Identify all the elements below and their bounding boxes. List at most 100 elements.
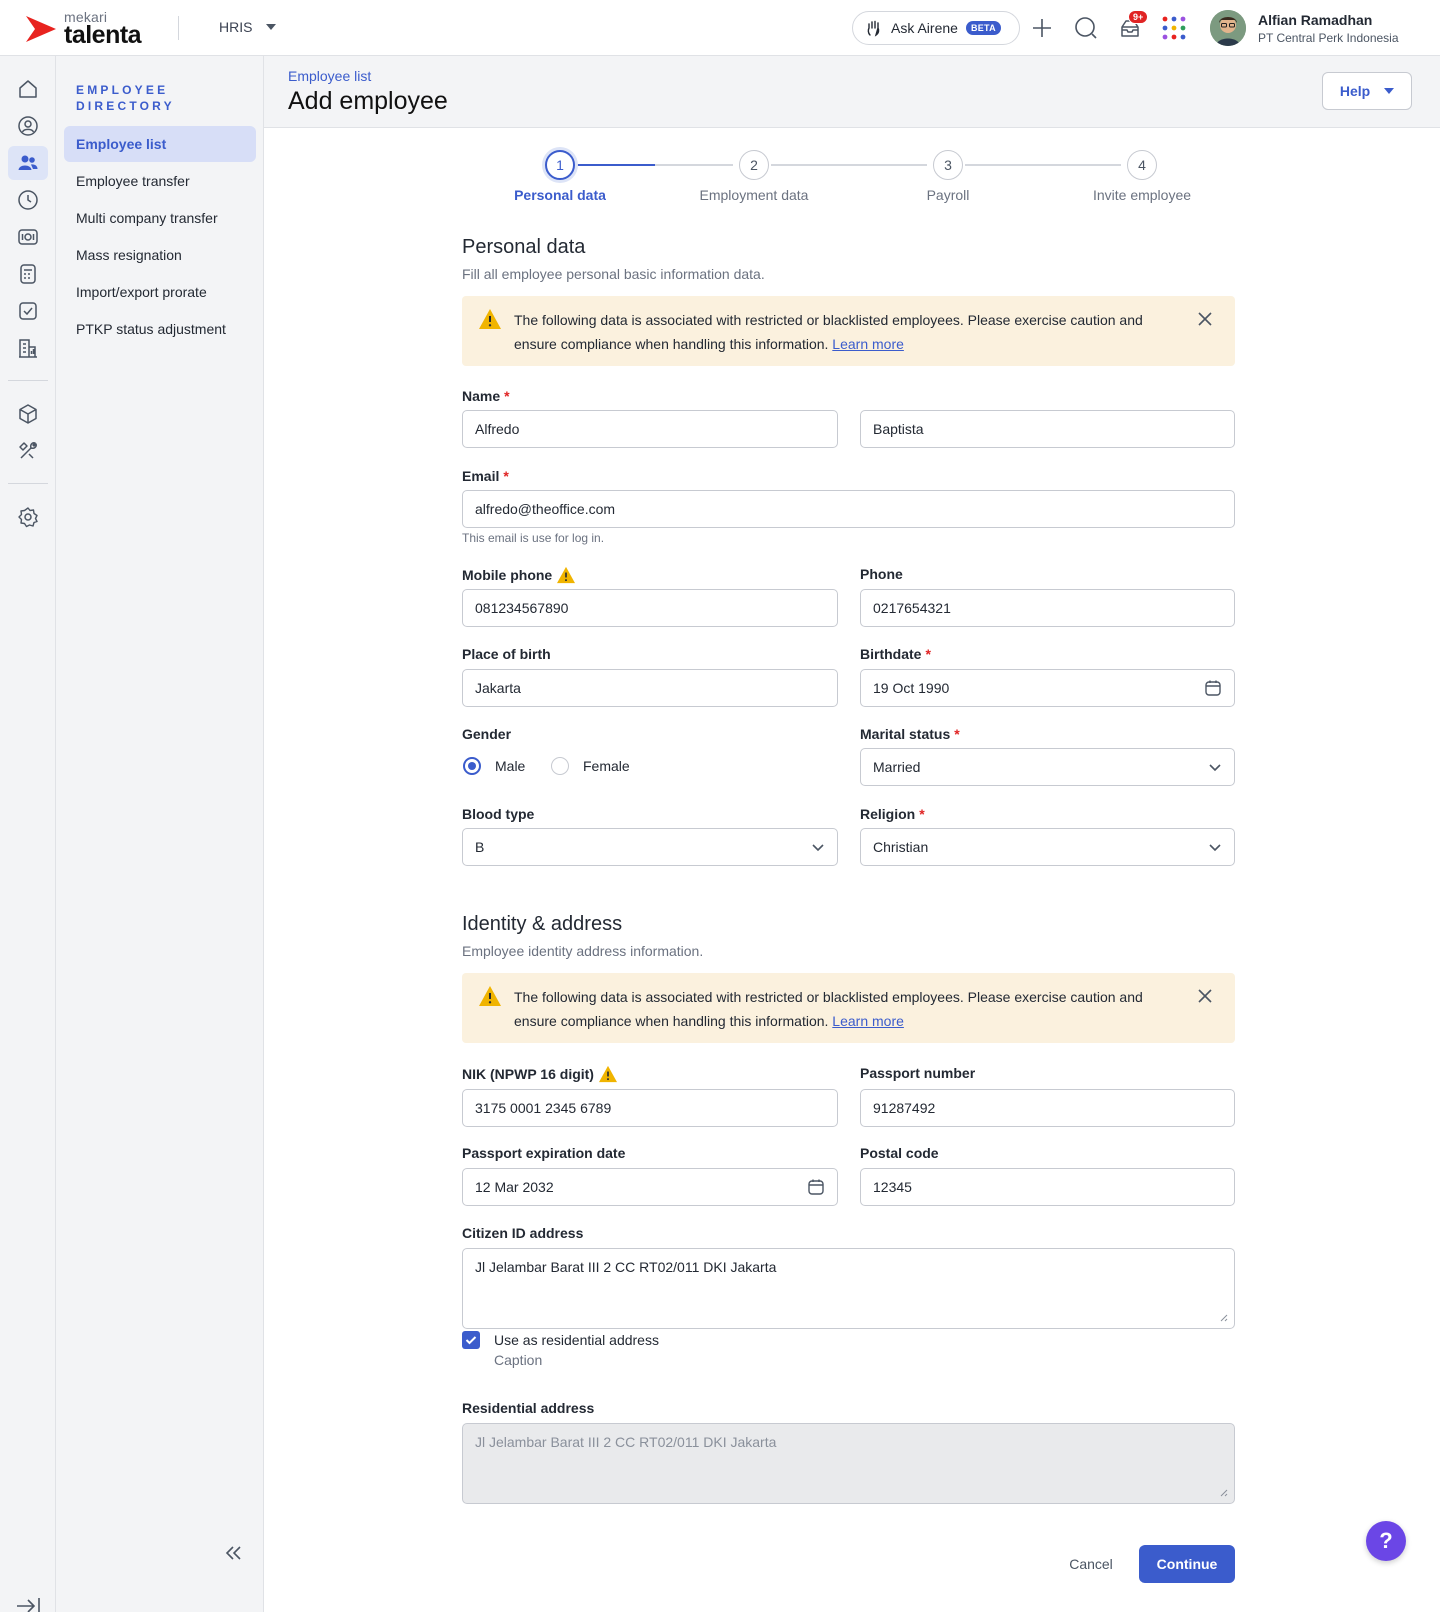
citizen-id-address-textarea[interactable]: Jl Jelambar Barat III 2 CC RT02/011 DKI … [462, 1248, 1235, 1329]
chevron-down-icon [266, 24, 277, 30]
gear-icon[interactable] [8, 500, 48, 534]
step-2-label[interactable]: Employment data [674, 187, 834, 203]
stepper-connector [655, 164, 733, 166]
identity-address-title: Identity & address [462, 913, 623, 935]
resize-grip-icon[interactable] [1218, 1312, 1228, 1322]
use-residential-label: Use as residential address [494, 1332, 659, 1348]
email-field[interactable]: alfredo@theoffice.com [462, 490, 1235, 528]
phone-label: Phone [860, 566, 903, 582]
checkbox-checked-icon[interactable] [462, 1331, 480, 1349]
calculator-icon[interactable] [8, 257, 48, 291]
religion-select[interactable]: Christian [860, 828, 1235, 866]
close-icon[interactable] [1197, 988, 1213, 1004]
sidebar-item-mass-resignation[interactable]: Mass resignation [64, 237, 256, 273]
stepper-connector [771, 164, 927, 166]
user-name[interactable]: Alfian Ramadhan [1258, 12, 1372, 28]
clock-icon[interactable] [8, 183, 48, 217]
breadcrumb[interactable]: Employee list [288, 68, 371, 84]
learn-more-link[interactable]: Learn more [832, 1013, 904, 1029]
step-1-indicator[interactable]: 1 [545, 150, 575, 180]
use-residential-checkbox[interactable]: Use as residential address Caption [462, 1331, 659, 1370]
ask-airene-button[interactable]: Ask Airene BETA [852, 11, 1020, 45]
step-2-indicator[interactable]: 2 [739, 150, 769, 180]
topbar-divider [178, 16, 179, 40]
name-label: Name * [462, 388, 510, 404]
personal-data-subtitle: Fill all employee personal basic informa… [462, 266, 765, 282]
cancel-button[interactable]: Cancel [1050, 1545, 1132, 1583]
building-chart-icon[interactable] [8, 331, 48, 365]
ask-airene-label: Ask Airene [891, 20, 958, 36]
users-icon[interactable] [8, 146, 48, 180]
sidebar-item-multi-company-transfer[interactable]: Multi company transfer [64, 200, 256, 236]
gender-male-radio[interactable]: Male [463, 757, 525, 775]
expand-sidebar-icon[interactable] [16, 1596, 42, 1612]
nik-input[interactable]: 3175 0001 2345 6789 [462, 1089, 838, 1127]
postal-code-label: Postal code [860, 1145, 939, 1161]
step-3-indicator[interactable]: 3 [933, 150, 963, 180]
religion-label: Religion * [860, 806, 925, 822]
sidebar-item-ptkp-status-adjustment[interactable]: PTKP status adjustment [64, 311, 256, 347]
tools-icon[interactable] [8, 434, 48, 468]
chevron-down-icon [1209, 844, 1221, 852]
chevron-down-icon [812, 844, 824, 852]
alert-message: The following data is associated with re… [514, 985, 1184, 1033]
box-icon[interactable] [8, 397, 48, 431]
calendar-icon[interactable] [807, 1178, 825, 1196]
user-circle-icon[interactable] [8, 109, 48, 143]
mobile-phone-input[interactable]: 081234567890 [462, 589, 838, 627]
stepper-connector [965, 164, 1121, 166]
step-3-label[interactable]: Payroll [868, 187, 1028, 203]
help-label: Help [1339, 83, 1371, 99]
money-icon[interactable] [8, 220, 48, 254]
place-of-birth-input[interactable]: Jakarta [462, 669, 838, 707]
add-icon[interactable] [1028, 14, 1056, 42]
residential-address-textarea: Jl Jelambar Barat III 2 CC RT02/011 DKI … [462, 1423, 1235, 1504]
collapse-sidebar-icon[interactable] [225, 1545, 243, 1564]
help-button[interactable]: Help [1322, 72, 1412, 110]
postal-code-input[interactable]: 12345 [860, 1168, 1235, 1206]
marital-status-select[interactable]: Married [860, 748, 1235, 786]
first-name-input[interactable]: Alfredo [462, 410, 838, 448]
step-4-indicator[interactable]: 4 [1127, 150, 1157, 180]
restricted-data-alert: The following data is associated with re… [462, 973, 1235, 1043]
restricted-data-alert: The following data is associated with re… [462, 296, 1235, 366]
avatar[interactable] [1210, 10, 1246, 46]
warning-icon [479, 986, 501, 1006]
phone-input[interactable]: 0217654321 [860, 589, 1235, 627]
mobile-phone-label: Mobile phone [462, 566, 576, 584]
sidebar-item-employee-transfer[interactable]: Employee transfer [64, 163, 256, 199]
talenta-logo[interactable]: mekari talenta [24, 10, 142, 48]
blood-type-select[interactable]: B [462, 828, 838, 866]
alert-text: The following data is associated with re… [514, 312, 1143, 352]
last-name-input[interactable]: Baptista [860, 410, 1235, 448]
checklist-icon[interactable] [8, 294, 48, 328]
apps-grid-icon[interactable] [1160, 14, 1188, 42]
place-of-birth-label: Place of birth [462, 646, 551, 662]
close-icon[interactable] [1197, 311, 1213, 327]
gender-female-radio[interactable]: Female [551, 757, 630, 775]
calendar-icon[interactable] [1204, 679, 1222, 697]
top-bar: mekari talenta HRIS Ask Airene BETA 9+ A… [0, 0, 1440, 56]
blood-type-label: Blood type [462, 806, 535, 822]
email-label: Email * [462, 468, 509, 484]
rail-divider [8, 380, 48, 381]
airene-hand-icon [867, 20, 880, 37]
step-1-label[interactable]: Personal data [480, 187, 640, 203]
birthdate-input[interactable]: 19 Oct 1990 [860, 669, 1235, 707]
help-fab-button[interactable]: ? [1366, 1521, 1406, 1561]
sidebar-item-import-export-prorate[interactable]: Import/export prorate [64, 274, 256, 310]
chevron-down-icon [1384, 88, 1395, 94]
page-title: Add employee [288, 87, 448, 115]
learn-more-link[interactable]: Learn more [832, 336, 904, 352]
home-icon[interactable] [8, 72, 48, 106]
use-residential-caption: Caption [494, 1352, 543, 1368]
page-header: Employee list Add employee Help [264, 56, 1440, 128]
sidebar-item-employee-list[interactable]: Employee list [64, 126, 256, 162]
step-4-label[interactable]: Invite employee [1062, 187, 1222, 203]
continue-button[interactable]: Continue [1139, 1545, 1235, 1583]
passport-number-input[interactable]: 91287492 [860, 1089, 1235, 1127]
passport-expiration-input[interactable]: 12 Mar 2032 [462, 1168, 838, 1206]
search-icon[interactable] [1072, 14, 1100, 42]
module-switcher[interactable]: HRIS [219, 19, 277, 35]
nik-label: NIK (NPWP 16 digit) [462, 1065, 618, 1083]
